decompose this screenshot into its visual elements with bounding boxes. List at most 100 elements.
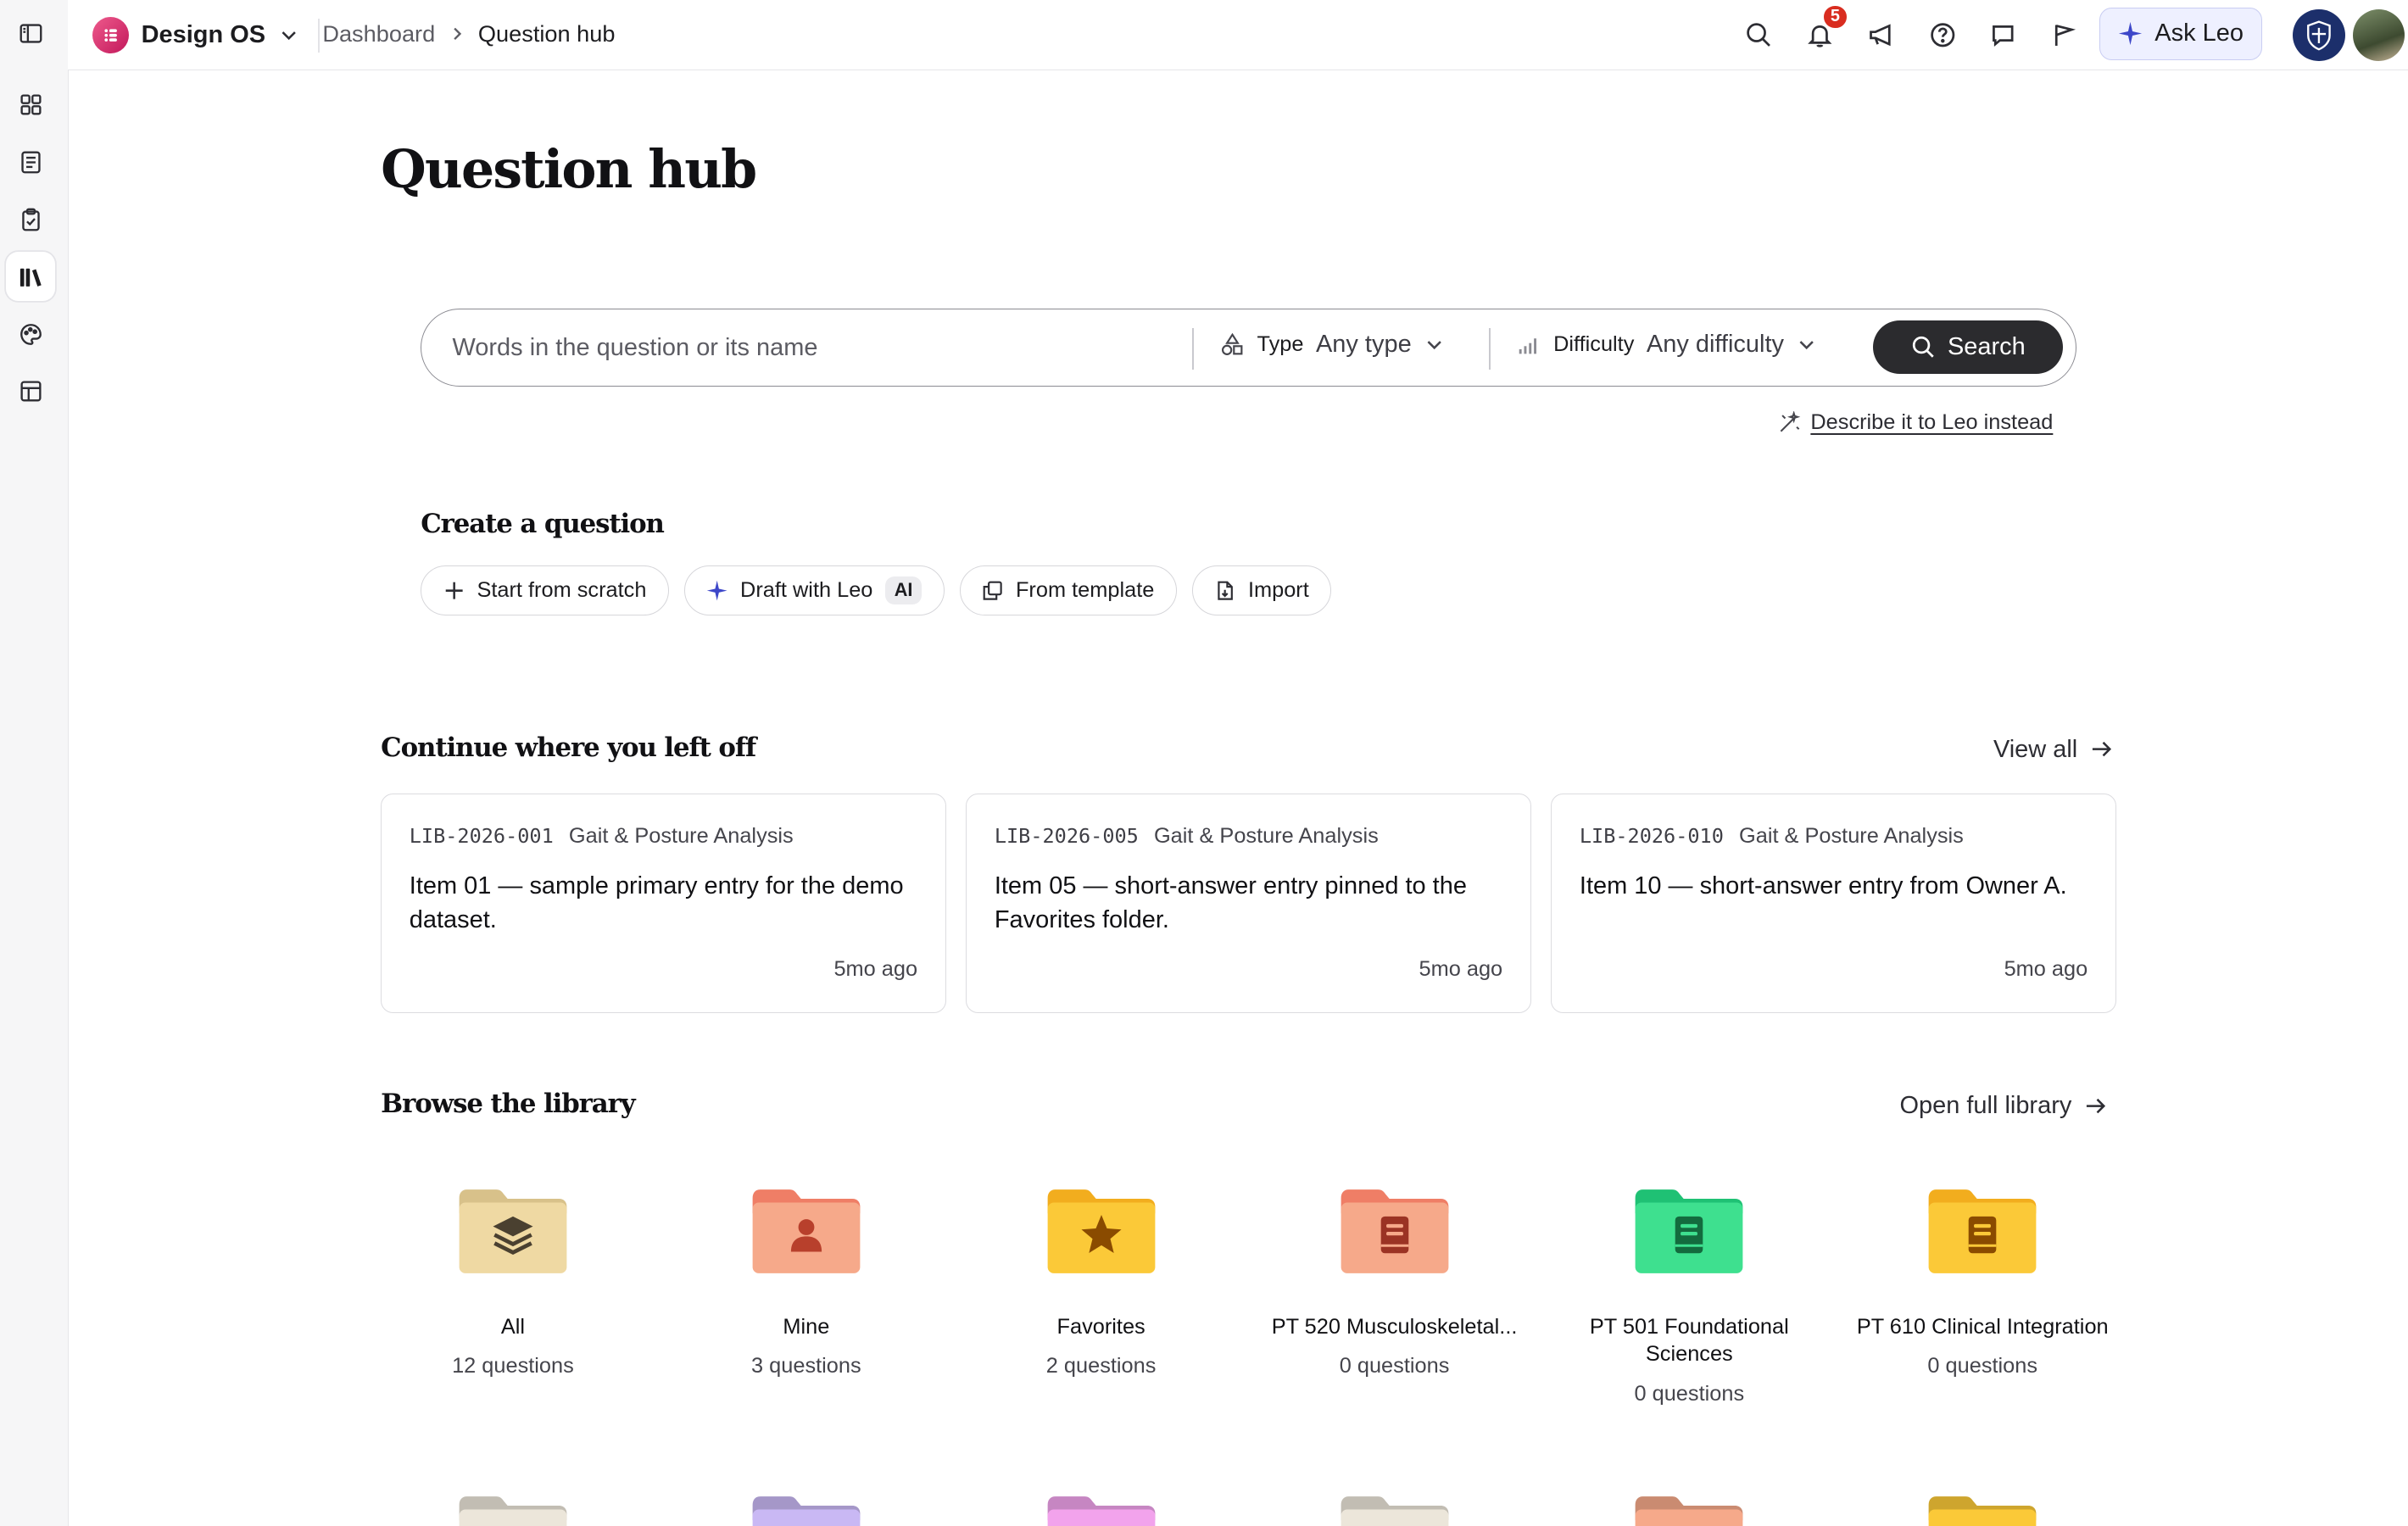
question-updated-time: 5mo ago: [2004, 957, 2088, 982]
folder-count: 12 questions: [452, 1354, 574, 1378]
layout-icon[interactable]: [6, 367, 55, 416]
describe-to-leo-link[interactable]: Describe it to Leo instead: [1778, 410, 2053, 435]
divider: [1489, 327, 1491, 370]
folder-all[interactable]: All 12 questions: [367, 1183, 659, 1379]
folder-count: 3 questions: [751, 1354, 861, 1378]
question-title: Item 05 — short-answer entry pinned to t…: [994, 872, 1467, 933]
sparkle-icon: [2118, 22, 2142, 46]
sidebar-toggle-icon[interactable]: [6, 9, 55, 58]
chevron-down-icon: [1800, 341, 1814, 350]
palette-icon[interactable]: [6, 310, 55, 359]
type-filter-label: Type: [1257, 332, 1304, 357]
folder-icon: [1632, 1183, 1746, 1278]
magic-wand-icon: [1781, 410, 1801, 432]
folder-icon: [750, 1183, 863, 1278]
folder-name: Mine: [783, 1314, 830, 1339]
workspace-switcher[interactable]: Design OS: [92, 15, 299, 55]
arrow-right-icon: [2092, 742, 2111, 757]
folder-icon[interactable]: [1045, 1490, 1158, 1526]
folder-course-3[interactable]: PT 520 Musculoskeletal... 0 questions: [1249, 1183, 1541, 1379]
search-button-label: Search: [1947, 332, 2026, 360]
difficulty-filter[interactable]: Difficulty Any difficulty: [1517, 331, 1818, 359]
page-title: Question hub: [381, 138, 757, 200]
folder-name: Favorites: [1056, 1314, 1145, 1339]
divider: [317, 18, 320, 53]
type-filter[interactable]: Type Any type: [1220, 331, 1445, 359]
question-code: LIB-2026-001: [409, 823, 554, 848]
plus-icon: [445, 582, 463, 599]
import-button[interactable]: Import: [1191, 565, 1332, 616]
book-icon: [1675, 1216, 1703, 1253]
book-icon: [1968, 1216, 1997, 1253]
folder-icon[interactable]: [1926, 1490, 2039, 1526]
create-question-heading: Create a question: [421, 508, 665, 539]
folder-name: PT 610 Clinical Integration: [1856, 1314, 2109, 1339]
folder-course-4[interactable]: PT 501 Foundational Sciences 0 questions: [1543, 1183, 1835, 1406]
folder-icon[interactable]: [750, 1490, 863, 1526]
type-filter-value: Any type: [1315, 331, 1412, 359]
breadcrumb: Dashboard Question hub: [322, 20, 615, 47]
folder-icon: [456, 1183, 570, 1278]
difficulty-filter-value: Any difficulty: [1646, 331, 1784, 359]
notification-badge: 5: [1821, 3, 1849, 31]
search-input[interactable]: Words in the question or its name: [452, 334, 817, 362]
ai-tag: AI: [884, 576, 923, 604]
left-rail: [0, 0, 69, 1526]
divider: [1192, 327, 1195, 370]
flag-icon[interactable]: [2047, 19, 2081, 53]
start-from-scratch-label: Start from scratch: [477, 577, 647, 602]
folder-count: 2 questions: [1045, 1354, 1157, 1378]
folder-favorites[interactable]: Favorites 2 questions: [956, 1183, 1247, 1379]
describe-to-leo-label: Describe it to Leo instead: [1810, 409, 2054, 434]
question-title: Item 01 — sample primary entry for the d…: [409, 872, 904, 933]
recent-question-card[interactable]: LIB-2026-001 Gait & Posture Analysis Ite…: [381, 794, 946, 1014]
folder-icon[interactable]: [1338, 1490, 1452, 1526]
copy-icon: [983, 581, 1002, 600]
sparkle-icon: [707, 580, 727, 601]
open-full-library-label: Open full library: [1899, 1091, 2072, 1119]
folder-icon[interactable]: [1632, 1490, 1746, 1526]
folder-mine[interactable]: Mine 3 questions: [661, 1183, 952, 1379]
draft-with-leo-button[interactable]: Draft with Leo AI: [683, 565, 945, 616]
institution-avatar[interactable]: [2293, 8, 2345, 62]
help-icon[interactable]: [1926, 19, 1959, 53]
folder-icon: [1926, 1183, 2039, 1278]
file-import-icon: [1218, 581, 1234, 600]
signal-bars-icon: [1519, 338, 1536, 354]
start-from-scratch-button[interactable]: Start from scratch: [421, 565, 669, 616]
chat-icon[interactable]: [1986, 19, 2020, 53]
folder-course-5[interactable]: PT 610 Clinical Integration 0 questions: [1837, 1183, 2128, 1379]
folder-count: 0 questions: [1634, 1382, 1745, 1406]
library-icon[interactable]: [6, 252, 56, 301]
megaphone-icon[interactable]: [1865, 19, 1898, 53]
folder-name: PT 520 Musculoskeletal...: [1271, 1314, 1518, 1339]
difficulty-filter-label: Difficulty: [1553, 332, 1635, 357]
workspace-name: Design OS: [141, 21, 266, 49]
search-button[interactable]: Search: [1872, 320, 2064, 375]
search-icon[interactable]: [1742, 19, 1775, 53]
question-topic: Gait & Posture Analysis: [1153, 823, 1379, 848]
chevron-right-icon: [454, 27, 461, 40]
breadcrumb-dashboard[interactable]: Dashboard: [322, 20, 435, 47]
folder-count: 0 questions: [1339, 1354, 1450, 1378]
question-updated-time: 5mo ago: [833, 957, 918, 982]
folder-icon: [1338, 1183, 1452, 1278]
search-bar: Words in the question or its name Type A…: [421, 309, 2076, 387]
open-full-library-link[interactable]: Open full library: [1899, 1092, 2107, 1120]
folder-icon[interactable]: [456, 1490, 570, 1526]
chevron-down-icon: [1427, 341, 1441, 350]
view-all-link[interactable]: View all: [1993, 736, 2113, 764]
recent-question-card[interactable]: LIB-2026-005 Gait & Posture Analysis Ite…: [966, 794, 1531, 1014]
ask-leo-button[interactable]: Ask Leo: [2099, 8, 2262, 60]
from-template-button[interactable]: From template: [959, 565, 1177, 616]
grid-icon[interactable]: [6, 80, 55, 129]
ask-leo-label: Ask Leo: [2154, 19, 2244, 47]
question-updated-time: 5mo ago: [1419, 957, 1503, 982]
view-all-label: View all: [1993, 735, 2078, 763]
continue-heading: Continue where you left off: [381, 732, 756, 763]
document-icon[interactable]: [6, 138, 55, 187]
folder-name: All: [500, 1314, 526, 1339]
breadcrumb-current: Question hub: [477, 19, 616, 47]
recent-question-card[interactable]: LIB-2026-010 Gait & Posture Analysis Ite…: [1551, 794, 2116, 1014]
clipboard-check-icon[interactable]: [6, 195, 55, 244]
